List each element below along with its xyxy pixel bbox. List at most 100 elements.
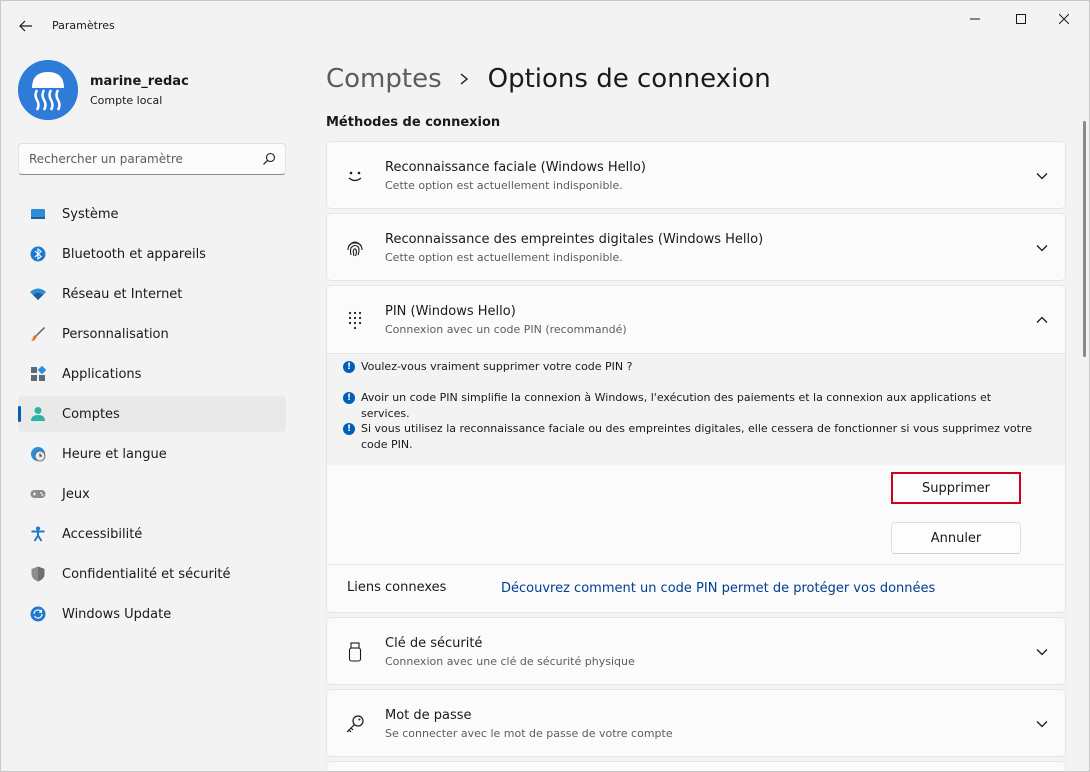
chevron-up-icon xyxy=(1036,316,1048,323)
sync-icon xyxy=(30,606,46,622)
usb-key-icon xyxy=(348,642,362,662)
card-subtitle: Cette option est actuellement indisponib… xyxy=(385,179,623,192)
pin-warning-panel: ! Voulez-vous vraiment supprimer votre c… xyxy=(327,353,1065,465)
card-title: PIN (Windows Hello) xyxy=(385,304,516,319)
close-icon xyxy=(1059,14,1069,24)
info-icon: ! xyxy=(343,361,355,373)
sidebar-item-confidentialite[interactable]: Confidentialité et sécurité xyxy=(18,556,286,592)
page-title: Options de connexion xyxy=(487,64,771,94)
sidebar-item-label: Système xyxy=(62,206,119,222)
sidebar-item-label: Personnalisation xyxy=(62,326,169,342)
sidebar-item-bluetooth[interactable]: Bluetooth et appareils xyxy=(18,236,286,272)
title-bar: Paramètres xyxy=(1,1,1089,49)
wifi-icon xyxy=(30,288,46,300)
sidebar-item-label: Windows Update xyxy=(62,606,172,622)
accessibility-icon xyxy=(31,526,45,542)
security-key-card[interactable]: Clé de sécurité Connexion avec une clé d… xyxy=(326,617,1066,685)
sidebar-item-personnalisation[interactable]: Personnalisation xyxy=(18,316,286,352)
settings-window: Paramètres marine_redac Compte local Rec… xyxy=(0,0,1090,772)
apps-icon xyxy=(31,366,46,381)
related-links-label: Liens connexes xyxy=(347,580,447,595)
card-subtitle: Se connecter avec le mot de passe de vot… xyxy=(385,727,673,740)
smiley-icon xyxy=(348,171,362,182)
sidebar-item-label: Confidentialité et sécurité xyxy=(62,566,231,582)
pin-card: PIN (Windows Hello) Connexion avec un co… xyxy=(326,285,1066,613)
next-method-card[interactable] xyxy=(326,761,1066,771)
sidebar-item-label: Réseau et Internet xyxy=(62,286,183,302)
scrollbar-thumb[interactable] xyxy=(1083,121,1086,357)
sidebar-item-label: Comptes xyxy=(62,406,120,422)
card-subtitle: Cette option est actuellement indisponib… xyxy=(385,251,623,264)
info-icon: ! xyxy=(343,423,355,435)
pin-protection-link[interactable]: Découvrez comment un code PIN permet de … xyxy=(501,581,935,596)
maximize-icon xyxy=(1016,14,1026,24)
delete-pin-button[interactable]: Supprimer xyxy=(891,472,1021,504)
sidebar-item-reseau[interactable]: Réseau et Internet xyxy=(18,276,286,312)
face-recognition-card[interactable]: Reconnaissance faciale (Windows Hello) C… xyxy=(326,141,1066,209)
fingerprint-icon xyxy=(347,241,363,257)
chevron-right-icon xyxy=(460,73,468,85)
fingerprint-card[interactable]: Reconnaissance des empreintes digitales … xyxy=(326,213,1066,281)
info-message: ! Si vous utilisez la reconnaissance fac… xyxy=(343,421,1051,453)
chevron-down-icon xyxy=(1036,721,1048,728)
card-subtitle: Connexion avec une clé de sécurité physi… xyxy=(385,655,635,668)
app-title: Paramètres xyxy=(52,19,115,32)
close-button[interactable] xyxy=(1041,5,1087,33)
sidebar-item-jeux[interactable]: Jeux xyxy=(18,476,286,512)
search-box xyxy=(18,143,286,175)
info-text: Avoir un code PIN simplifie la connexion… xyxy=(361,391,992,420)
sidebar-item-applications[interactable]: Applications xyxy=(18,356,286,392)
search-input[interactable] xyxy=(19,144,255,174)
arrow-left-icon xyxy=(19,20,32,32)
minimize-button[interactable] xyxy=(952,5,998,33)
breadcrumb-parent[interactable]: Comptes xyxy=(326,64,442,94)
info-text: Si vous utilisez la reconnaissance facia… xyxy=(361,422,1032,451)
gamepad-icon xyxy=(30,490,46,498)
chevron-down-icon xyxy=(1036,245,1048,252)
sidebar-item-accessibilite[interactable]: Accessibilité xyxy=(18,516,286,552)
section-title: Méthodes de connexion xyxy=(326,115,501,130)
clock-globe-icon xyxy=(31,447,46,462)
sidebar-item-label: Bluetooth et appareils xyxy=(62,246,206,262)
info-icon: ! xyxy=(343,392,355,404)
sidebar-item-heure-langue[interactable]: Heure et langue xyxy=(18,436,286,472)
divider xyxy=(327,564,1065,565)
card-subtitle: Connexion avec un code PIN (recommandé) xyxy=(385,323,627,336)
avatar[interactable] xyxy=(18,60,78,120)
sidebar-item-label: Jeux xyxy=(62,486,90,502)
sidebar-item-systeme[interactable]: Système xyxy=(18,196,286,232)
account-type: Compte local xyxy=(90,94,163,107)
minimize-icon xyxy=(970,18,980,20)
maximize-button[interactable] xyxy=(998,5,1044,33)
cancel-button[interactable]: Annuler xyxy=(891,522,1021,554)
sidebar-item-label: Accessibilité xyxy=(62,526,143,542)
keypad-icon xyxy=(348,311,362,330)
brush-icon xyxy=(31,327,45,341)
back-button[interactable] xyxy=(13,13,39,39)
card-title: Reconnaissance des empreintes digitales … xyxy=(385,232,764,247)
chevron-down-icon xyxy=(1036,649,1048,656)
monitor-icon xyxy=(31,209,45,219)
chevron-down-icon xyxy=(1036,173,1048,180)
person-icon xyxy=(31,407,45,421)
info-message: ! Avoir un code PIN simplifie la connexi… xyxy=(343,390,1043,422)
search-icon[interactable] xyxy=(261,151,277,167)
password-card[interactable]: Mot de passe Se connecter avec le mot de… xyxy=(326,689,1066,757)
sidebar-nav: Système Bluetooth et appareils Réseau et… xyxy=(18,196,286,636)
info-message: ! Voulez-vous vraiment supprimer votre c… xyxy=(343,359,1043,375)
sidebar-item-label: Heure et langue xyxy=(62,446,167,462)
key-icon xyxy=(346,715,364,733)
breadcrumb: Comptes Options de connexion xyxy=(326,59,771,99)
pin-card-header[interactable]: PIN (Windows Hello) Connexion avec un co… xyxy=(327,286,1065,353)
card-title: Clé de sécurité xyxy=(385,636,483,651)
shield-icon xyxy=(31,566,45,582)
jellyfish-avatar-icon xyxy=(18,60,78,120)
sidebar-item-windows-update[interactable]: Windows Update xyxy=(18,596,286,632)
user-name: marine_redac xyxy=(90,74,189,89)
sidebar-item-comptes[interactable]: Comptes xyxy=(18,396,286,432)
card-title: Reconnaissance faciale (Windows Hello) xyxy=(385,160,646,175)
info-text: Voulez-vous vraiment supprimer votre cod… xyxy=(361,360,633,373)
sidebar-item-label: Applications xyxy=(62,366,142,382)
card-title: Mot de passe xyxy=(385,708,472,723)
bluetooth-icon xyxy=(30,246,46,262)
